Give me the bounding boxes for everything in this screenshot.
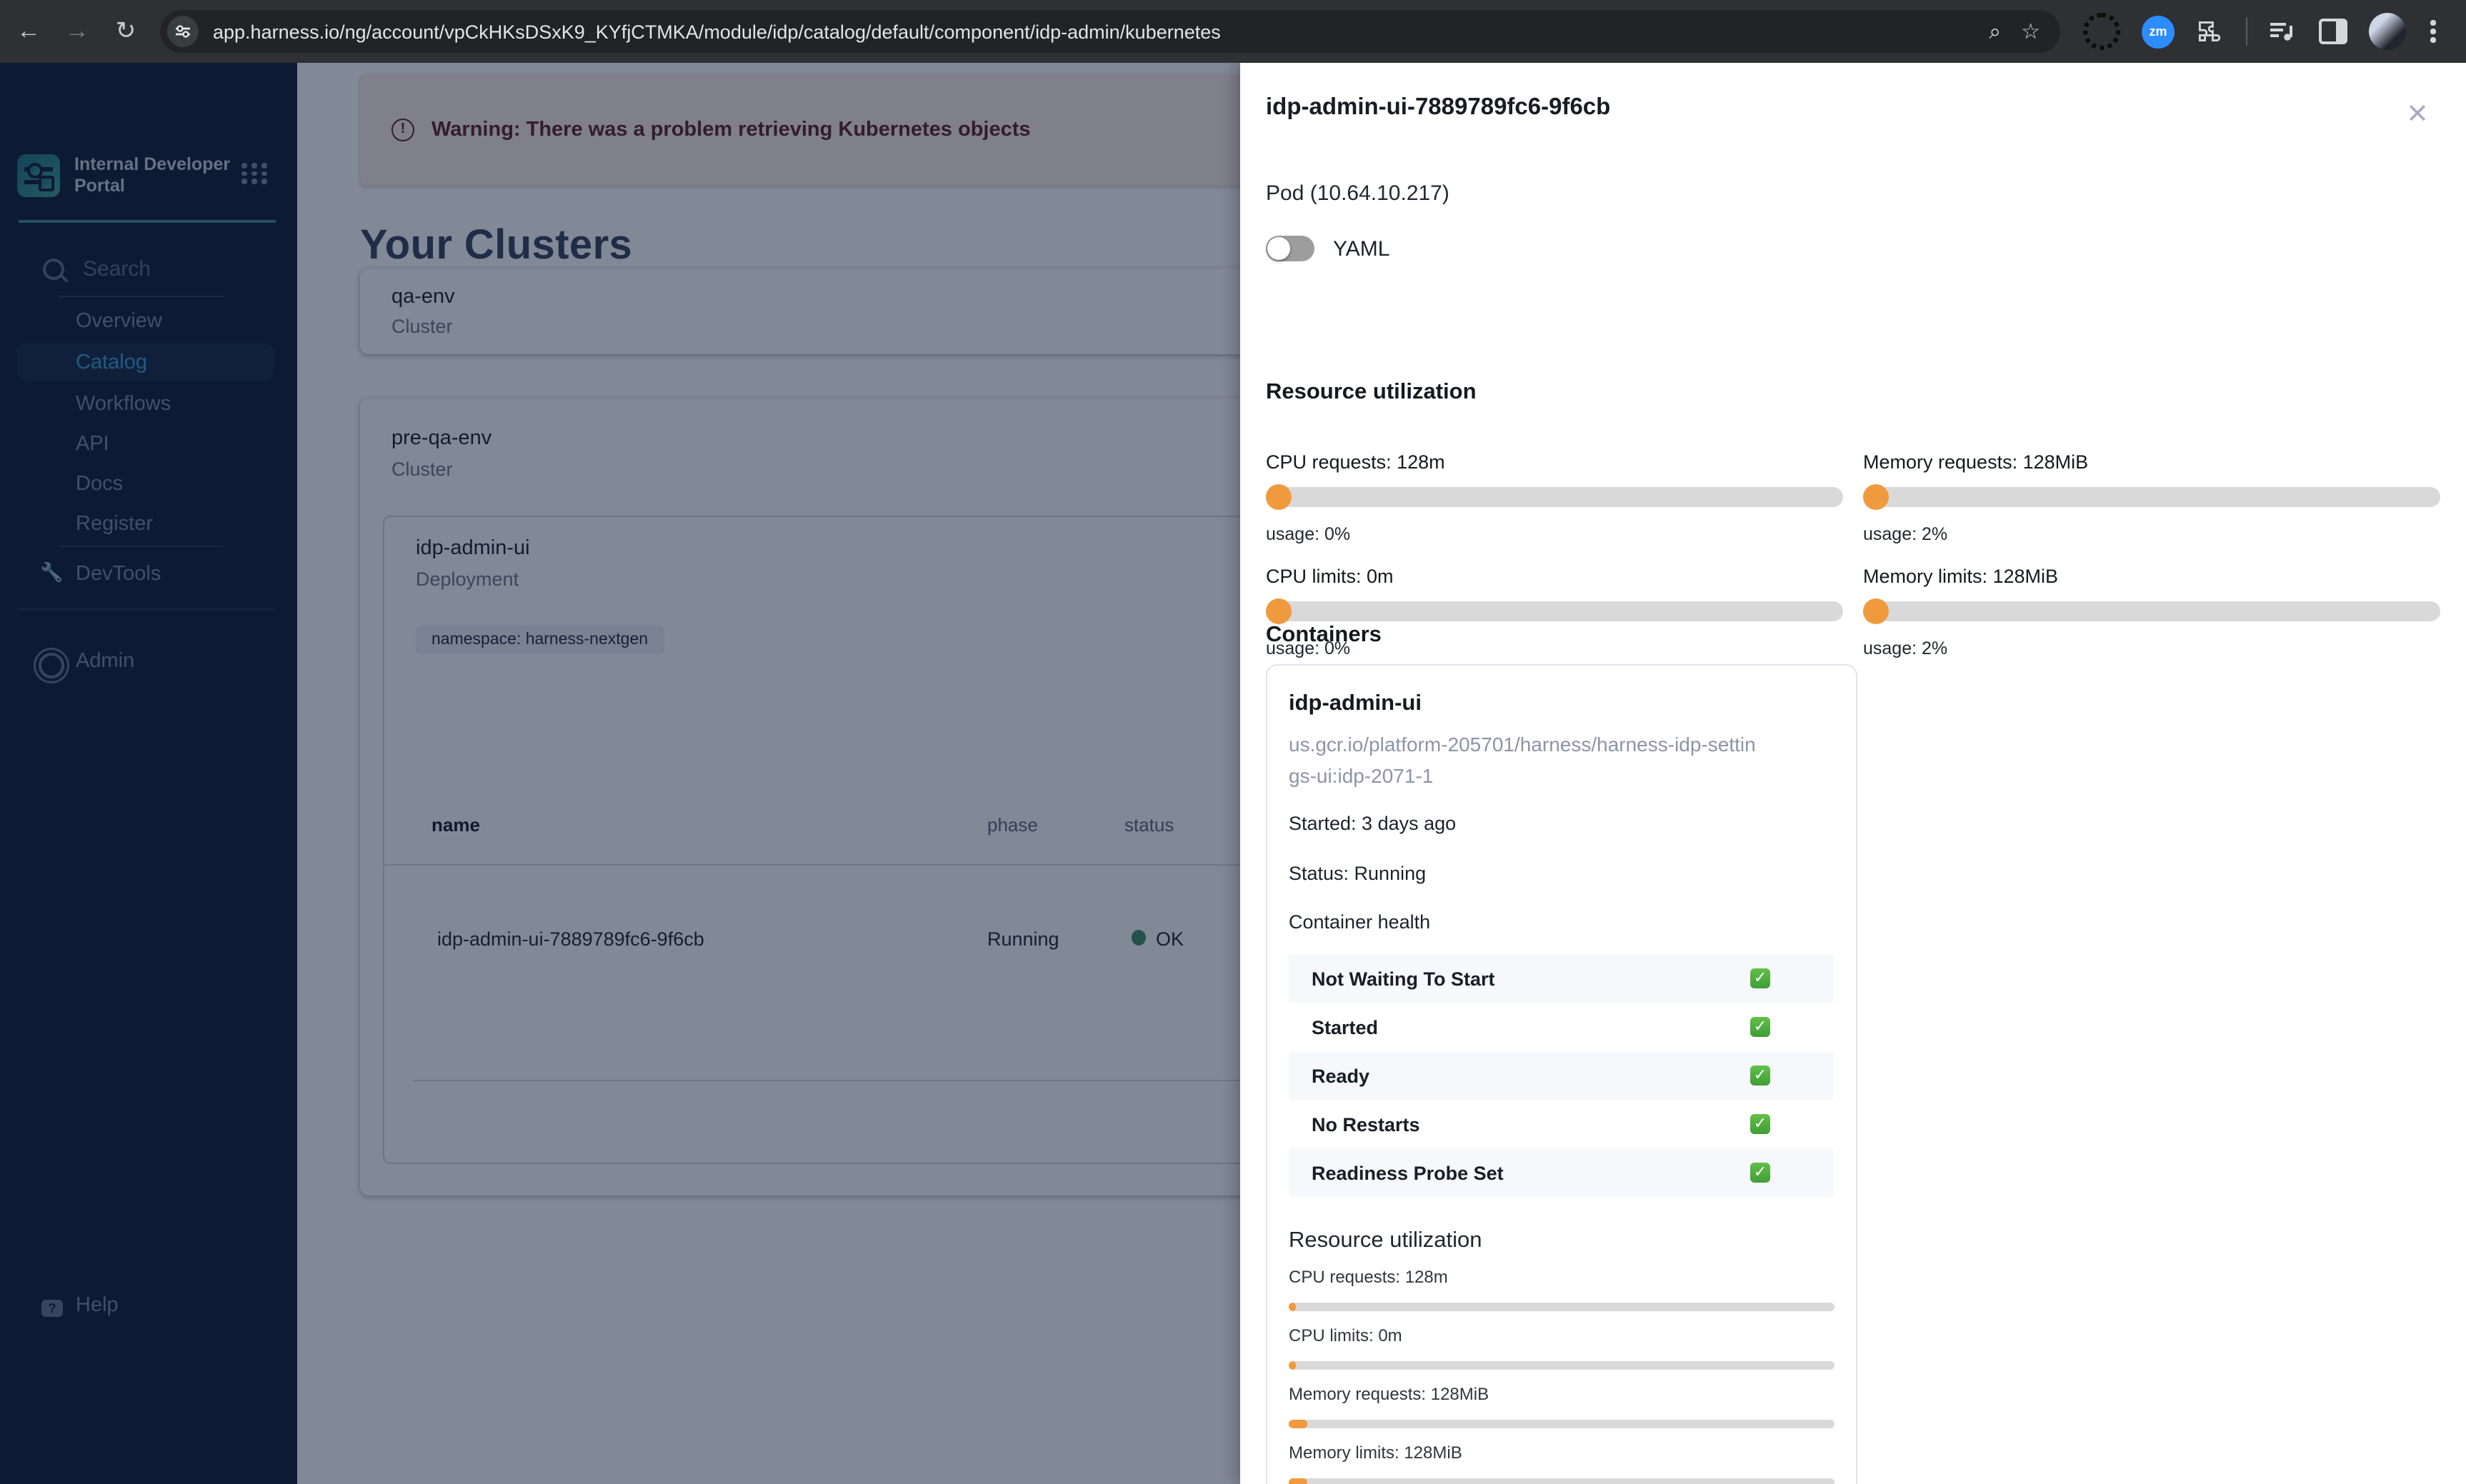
close-icon[interactable]: ✕ [2405,101,2430,129]
health-label: Not Waiting To Start [1312,968,1495,989]
resource-utilization-heading: Resource utilization [1266,380,1477,404]
metric-label: CPU requests: 128m [1289,1267,1448,1287]
container-health-heading: Container health [1289,911,1431,933]
drawer-title: idp-admin-ui-7889789fc6-9f6cb [1266,94,1611,120]
forward-icon[interactable]: → [57,11,97,51]
bar-fill [1266,598,1292,624]
health-label: Ready [1312,1065,1370,1086]
bar-fill [1289,1420,1307,1428]
health-row: Not Waiting To Start ✓ [1289,954,1833,1003]
address-bar[interactable]: app.harness.io/ng/account/vpCkHKsDSxK9_K… [160,10,2060,53]
metric-usage: usage: 2% [1863,638,1948,658]
pod-details-drawer: idp-admin-ui-7889789fc6-9f6cb ✕ Pod (10.… [1240,63,2466,1484]
yaml-toggle[interactable] [1266,236,1314,261]
containers-heading: Containers [1266,623,1382,647]
zoom-extension-icon[interactable]: zm [2142,15,2175,48]
extension-spinner-icon[interactable] [2083,13,2120,50]
bar-fill [1266,484,1292,510]
metric-label: CPU limits: 0m [1289,1325,1402,1345]
back-icon[interactable]: ← [9,11,49,51]
cpu-limits-bar [1266,598,1843,624]
metric-label: Memory limits: 128MiB [1289,1443,1462,1463]
check-icon: ✓ [1750,968,1770,988]
bar-fill [1863,598,1889,624]
toggle-knob [1267,237,1290,260]
yaml-toggle-label: YAML [1333,236,1390,261]
health-label: Readiness Probe Set [1312,1162,1504,1183]
container-resource-heading: Resource utilization [1289,1228,1482,1253]
browser-profile-avatar[interactable] [2369,13,2406,50]
container-health-table: Not Waiting To Start ✓ Started ✓ Ready ✓… [1289,954,1833,1197]
screen: ← → ↻ app.harness.io/ng/account/vpCkHKsD… [0,0,2466,1484]
side-panel-icon[interactable] [2319,19,2347,44]
bar-fill [1289,1361,1296,1370]
metric-label: Memory requests: 128MiB [1863,451,2089,473]
health-row: No Restarts ✓ [1289,1100,1833,1148]
media-controls-icon[interactable] [2269,20,2297,43]
metric-label: CPU requests: 128m [1266,451,1445,473]
browser-menu-icon[interactable] [2430,20,2435,43]
check-icon: ✓ [1750,1163,1770,1183]
health-label: No Restarts [1312,1113,1420,1135]
metric-label: CPU limits: 0m [1266,566,1394,587]
container-started: Started: 3 days ago [1289,813,1457,834]
memory-limits-bar [1863,598,2440,624]
page: Internal Developer Portal Search Overvie… [0,63,2466,1484]
find-zoom-icon[interactable]: ⌕ [1989,19,2001,44]
health-row: Started ✓ [1289,1003,1833,1051]
container-name: idp-admin-ui [1289,691,1422,716]
pod-subtitle: Pod (10.64.10.217) [1266,181,1449,206]
site-settings-icon[interactable] [167,16,199,47]
check-icon: ✓ [1750,1017,1770,1037]
memory-requests-bar-small [1289,1420,1834,1428]
bar-fill [1863,484,1889,510]
cpu-limits-bar-small [1289,1361,1834,1370]
bar-fill [1289,1478,1307,1484]
check-icon: ✓ [1750,1114,1770,1134]
metric-label: Memory requests: 128MiB [1289,1384,1489,1404]
bar-fill [1289,1303,1296,1311]
reload-icon[interactable]: ↻ [106,11,146,51]
tune-icon [176,25,190,38]
metric-usage: usage: 0% [1266,524,1351,544]
metric-label: Memory limits: 128MiB [1863,566,2059,587]
metric-usage: usage: 2% [1863,524,1948,544]
toolbar-divider [2246,17,2247,46]
health-row: Ready ✓ [1289,1051,1833,1100]
health-label: Started [1312,1016,1379,1038]
memory-requests-bar [1863,484,2440,510]
extensions-puzzle-icon[interactable] [2196,17,2225,46]
metrics-column-right: Memory requests: 128MiB usage: 2% Memory… [1863,431,2440,660]
browser-toolbar: ← → ↻ app.harness.io/ng/account/vpCkHKsD… [0,0,2466,63]
container-image: us.gcr.io/platform-205701/harness/harnes… [1289,733,1756,787]
container-status: Status: Running [1289,863,1427,884]
url-text[interactable]: app.harness.io/ng/account/vpCkHKsDSxK9_K… [213,21,1989,42]
container-card: idp-admin-ui us.gcr.io/platform-205701/h… [1266,664,1857,1484]
bookmark-star-icon[interactable]: ☆ [2021,19,2040,44]
health-row: Readiness Probe Set ✓ [1289,1148,1833,1197]
check-icon: ✓ [1750,1066,1770,1086]
cpu-requests-bar [1266,484,1843,510]
memory-limits-bar-small [1289,1478,1834,1484]
cpu-requests-bar-small [1289,1303,1834,1311]
yaml-toggle-row: YAML [1266,236,1389,261]
